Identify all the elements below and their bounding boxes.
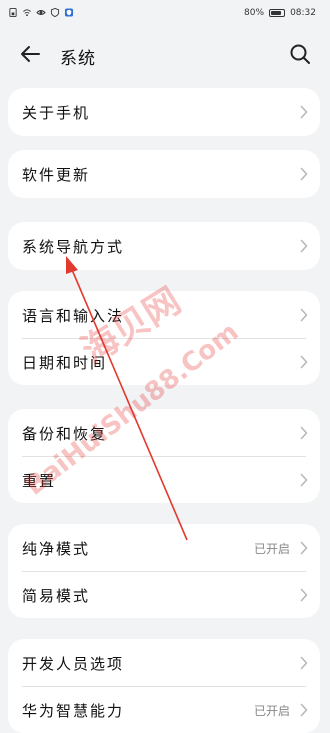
- reset-row[interactable]: 重置: [8, 457, 320, 503]
- wifi-icon: [23, 9, 31, 17]
- row-label: 备份和恢复: [22, 425, 108, 443]
- chevron-right-icon: [300, 473, 308, 487]
- row-status-value: 已开启: [253, 704, 290, 718]
- status-right: 80% 08:32: [244, 8, 316, 18]
- search-icon[interactable]: [288, 42, 312, 66]
- developer-options-row[interactable]: 开发人员选项: [8, 640, 320, 687]
- sim-icon: [9, 8, 17, 17]
- row-label: 重置: [22, 472, 57, 490]
- date-time-row[interactable]: 日期和时间: [8, 339, 320, 385]
- battery-level: [271, 11, 282, 15]
- back-arrow-icon[interactable]: [18, 42, 42, 66]
- chevron-right-icon: [300, 355, 308, 369]
- settings-card: 纯净模式 已开启 简易模式: [8, 524, 320, 618]
- about-phone-row[interactable]: 关于手机: [8, 89, 320, 135]
- status-time: 08:32: [290, 8, 316, 18]
- simple-mode-row[interactable]: 简易模式: [8, 572, 320, 618]
- chevron-right-icon: [300, 703, 308, 717]
- settings-card: 系统导航方式: [8, 222, 320, 270]
- row-label: 纯净模式: [22, 540, 91, 558]
- row-label: 日期和时间: [22, 354, 108, 372]
- chevron-right-icon: [300, 239, 308, 253]
- settings-card: 关于手机: [8, 88, 320, 136]
- software-update-row[interactable]: 软件更新: [8, 151, 320, 197]
- language-input-row[interactable]: 语言和输入法: [8, 292, 320, 339]
- row-label: 系统导航方式: [22, 238, 125, 256]
- system-navigation-row[interactable]: 系统导航方式: [8, 223, 320, 269]
- battery-icon: [269, 9, 286, 17]
- chevron-right-icon: [300, 308, 308, 322]
- row-status-value: 已开启: [253, 542, 290, 556]
- row-label: 关于手机: [22, 104, 91, 122]
- app-shield-icon: [64, 8, 74, 17]
- chevron-right-icon: [300, 656, 308, 670]
- backup-restore-row[interactable]: 备份和恢复: [8, 410, 320, 457]
- chevron-right-icon: [300, 588, 308, 602]
- settings-card: 语言和输入法 日期和时间: [8, 291, 320, 385]
- shield-icon: [50, 8, 60, 17]
- chevron-right-icon: [300, 426, 308, 440]
- status-icons-left: [8, 8, 74, 17]
- settings-card: 备份和恢复 重置: [8, 409, 320, 503]
- row-label: 开发人员选项: [22, 655, 125, 673]
- settings-card: 开发人员选项 华为智慧能力 已开启: [8, 639, 320, 733]
- status-bar: 80% 08:32: [0, 0, 330, 28]
- battery-percent: 80%: [244, 8, 265, 18]
- settings-card: 软件更新: [8, 150, 320, 198]
- huawei-smart-ability-row[interactable]: 华为智慧能力 已开启: [8, 687, 320, 733]
- page-title: 系统: [60, 49, 96, 69]
- row-label: 简易模式: [22, 587, 91, 605]
- chevron-right-icon: [300, 167, 308, 181]
- pure-mode-row[interactable]: 纯净模式 已开启: [8, 525, 320, 572]
- row-label: 语言和输入法: [22, 307, 125, 325]
- row-label: 软件更新: [22, 166, 91, 184]
- chevron-right-icon: [300, 541, 308, 555]
- row-label: 华为智慧能力: [22, 702, 125, 720]
- eye-icon: [36, 10, 46, 15]
- chevron-right-icon: [300, 105, 308, 119]
- app-header: 系统: [0, 32, 330, 76]
